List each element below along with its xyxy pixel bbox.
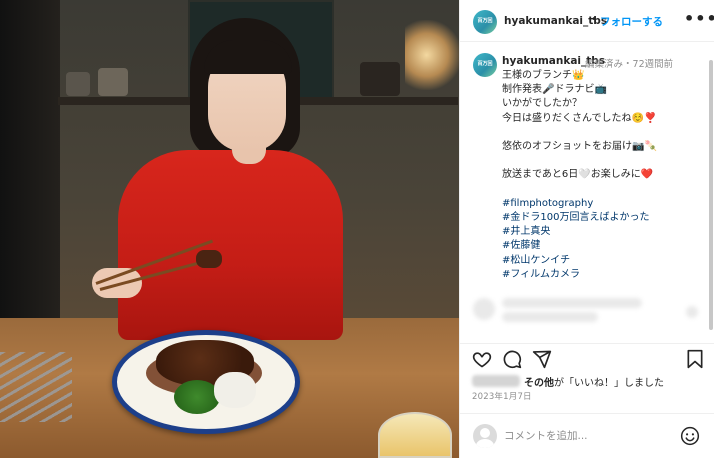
hashtag-link[interactable]: #井上真央: [502, 225, 707, 239]
photo-mashed-potato: [214, 372, 256, 408]
post-date[interactable]: 2023年1月7日: [472, 390, 532, 402]
likes-text: その他が「いいね！」しました: [524, 374, 664, 389]
caption-line: 放送まであと6日🤍お楽しみに❤️: [502, 169, 654, 181]
commenter-avatar: [473, 424, 497, 448]
blurred-comment-avatar: [473, 298, 495, 320]
photo-food-bite: [196, 250, 222, 268]
caption-text: 王様のブランチ👑 制作発表🎤ドラナビ📺 いかがでしたか？ 今日は盛りだくさんでし…: [502, 69, 707, 282]
post-header: 百万回 hyakumankai_tbs • フォローする •••: [460, 0, 714, 42]
photo-sweater: [118, 150, 343, 340]
photo-dark-edge: [0, 0, 60, 360]
caption-line: [502, 154, 707, 168]
caption-line: 王様のブランチ👑: [502, 70, 585, 81]
comment-input[interactable]: コメントを追加...: [504, 428, 588, 443]
action-bar: [460, 343, 714, 373]
caption-line: 悠依のオフショットをお届け📷🍡: [502, 141, 657, 152]
emoji-icon[interactable]: [680, 426, 700, 446]
caption-line: [502, 183, 707, 197]
blurred-comment-text: [502, 312, 598, 322]
likes-others[interactable]: その他: [524, 378, 554, 389]
hashtag-link[interactable]: #松山ケンイチ: [502, 254, 707, 268]
caption-line: 今日は盛りだくさんでしたね☺️❣️: [502, 112, 657, 124]
caption-line: [502, 126, 707, 140]
post-photo[interactable]: [0, 0, 459, 458]
more-options-icon[interactable]: •••: [684, 9, 714, 28]
photo-glass: [378, 412, 452, 458]
follow-button[interactable]: フォローする: [600, 14, 663, 29]
caption-avatar[interactable]: 百万回: [473, 53, 497, 77]
photo-bangs: [204, 40, 292, 74]
avatar[interactable]: 百万回: [473, 10, 497, 34]
blurred-comment-like: [686, 306, 698, 318]
photo-shelf-item: [360, 62, 400, 96]
share-icon[interactable]: [532, 349, 552, 369]
photo-shelf-item: [98, 68, 128, 96]
comment-bar: コメントを追加...: [460, 413, 714, 458]
likes-suffix: が「いいね！」しました: [554, 378, 664, 389]
blurred-comment-text: [502, 298, 642, 308]
blurred-liker-name: [472, 375, 520, 387]
caption-line: 制作発表🎤ドラナビ📺: [502, 84, 607, 96]
photo-shelf-item: [66, 72, 90, 96]
post-side-panel: 百万回 hyakumankai_tbs • フォローする ••• 百万回 hya…: [459, 0, 714, 458]
hashtag-link[interactable]: #フィルムカメラ: [502, 268, 707, 282]
photo-cutlery: [0, 352, 72, 422]
likes-summary[interactable]: その他が「いいね！」しました: [472, 374, 712, 390]
heart-icon[interactable]: [472, 349, 492, 369]
caption-line: いかがでしたか？: [502, 98, 582, 110]
bookmark-icon[interactable]: [686, 349, 704, 369]
comment-icon[interactable]: [502, 349, 522, 369]
hashtag-link[interactable]: #佐藤健: [502, 239, 707, 253]
caption-avatar-text: 百万回: [477, 61, 493, 67]
hashtag-link[interactable]: #filmphotography: [502, 197, 707, 211]
comments-scrollbar[interactable]: [709, 60, 713, 330]
photo-broccoli: [174, 380, 220, 414]
hashtag-link[interactable]: #金ドラ100万回言えばよかった: [502, 211, 707, 225]
header-separator: •: [591, 14, 597, 25]
photo-lamp: [405, 20, 459, 90]
caption-meta: 編集済み・72週間前: [585, 56, 673, 70]
avatar-text: 百万回: [477, 18, 493, 24]
